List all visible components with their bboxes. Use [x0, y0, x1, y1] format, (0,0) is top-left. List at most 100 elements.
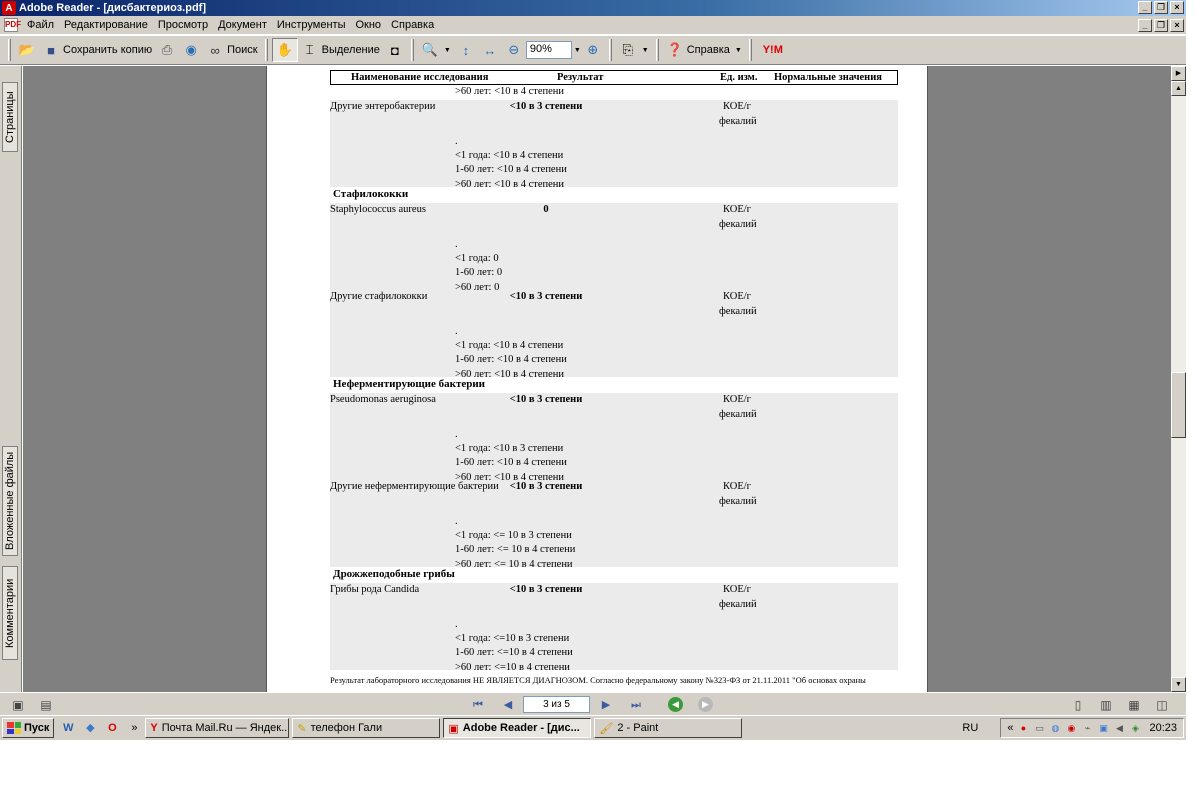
menu-tools[interactable]: Инструменты: [272, 19, 351, 31]
quick-launch-more[interactable]: »: [126, 720, 142, 736]
doc-minimize-button[interactable]: _: [1138, 19, 1152, 32]
taskbar: Пуск W ◆ O » Y Почта Mail.Ru — Яндек... ✎…: [0, 715, 1186, 740]
open-button[interactable]: 📂: [15, 38, 39, 62]
menu-help[interactable]: Справка: [386, 19, 439, 31]
table-row: [330, 583, 898, 670]
task-adobe-reader[interactable]: ▣ Adobe Reader - [дис...: [443, 718, 592, 738]
tab-pages[interactable]: Страницы: [2, 82, 18, 152]
doc-restore-button[interactable]: ❐: [1154, 19, 1168, 32]
unit-line-2: фекалий: [719, 115, 757, 127]
fit-page-button[interactable]: ↕: [454, 38, 478, 62]
email-button[interactable]: ◉: [179, 38, 203, 62]
fit-page-icon: ↕: [462, 42, 470, 58]
previous-view-button[interactable]: ◀: [668, 697, 683, 712]
menu-view[interactable]: Просмотр: [153, 19, 213, 31]
menu-edit[interactable]: Редактирование: [59, 19, 153, 31]
document-view[interactable]: Наименование исследования Результат Ед. …: [23, 66, 1171, 692]
single-page-view-icon[interactable]: ▯: [1070, 697, 1086, 713]
fit-width-button[interactable]: ↔: [478, 38, 502, 62]
help-button[interactable]: ❓ Справка ▼: [663, 38, 745, 62]
zoom-level-input[interactable]: 90%: [525, 41, 572, 59]
print-button[interactable]: ⎙: [155, 38, 179, 62]
toolbar-grip[interactable]: [8, 39, 11, 61]
minimize-button[interactable]: _: [1138, 1, 1152, 14]
document-icon[interactable]: PDF: [4, 18, 21, 32]
word-icon[interactable]: W: [60, 720, 76, 736]
update-icon[interactable]: ◍: [1049, 722, 1061, 734]
menu-document[interactable]: Документ: [213, 19, 272, 31]
close-button[interactable]: ×: [1170, 1, 1184, 14]
scroll-right-arrow[interactable]: ▶: [1171, 66, 1186, 81]
restore-button[interactable]: ❐: [1154, 1, 1168, 14]
zoom-out-button[interactable]: ⊖: [502, 38, 526, 62]
yandex-button[interactable]: Y!M: [756, 38, 790, 62]
monitor-icon[interactable]: ▣: [1097, 722, 1109, 734]
first-page-button[interactable]: ⏮: [470, 697, 486, 713]
toolbar-grip-5[interactable]: [655, 39, 659, 61]
snapshot-button[interactable]: ◘: [383, 38, 407, 62]
tab-comments[interactable]: Комментарии: [2, 566, 18, 660]
antivirus-icon[interactable]: ●: [1017, 722, 1029, 734]
task-phone-gali[interactable]: ✎ телефон Гали: [292, 718, 441, 738]
scroll-up-arrow[interactable]: ▲: [1171, 81, 1186, 96]
search-button[interactable]: ∞ Поиск: [203, 38, 260, 62]
select-tool-button[interactable]: ⌶ Выделение: [298, 38, 383, 62]
connection-icon[interactable]: ◈: [1129, 722, 1141, 734]
scroll-thumb[interactable]: [1171, 372, 1186, 438]
carry-over-norm-line: >60 лет: <10 в 4 степени: [455, 86, 565, 97]
facing-view-icon[interactable]: ▦: [1126, 697, 1142, 713]
save-copy-button[interactable]: ■ Сохранить копию: [39, 38, 155, 62]
norm-dot: .: [455, 325, 458, 337]
norm-1-60: 1-60 лет: <10 в 4 степени: [455, 164, 567, 176]
zoom-in-button[interactable]: ⊕: [581, 38, 605, 62]
last-page-button[interactable]: ⏭: [628, 697, 644, 713]
page-number-field[interactable]: 3 из 5: [523, 696, 590, 713]
save-copy-label: Сохранить копию: [63, 44, 153, 56]
language-indicator[interactable]: RU: [962, 722, 978, 734]
previous-page-button[interactable]: ◀: [500, 697, 516, 713]
rotate-view-button[interactable]: ⎘ ▼: [616, 38, 652, 62]
vertical-scrollbar[interactable]: ▶ ▲ ▼: [1171, 66, 1186, 692]
next-page-button[interactable]: ▶: [598, 697, 614, 713]
next-view-button[interactable]: ▶: [698, 697, 713, 712]
media-player-icon[interactable]: ◆: [82, 720, 98, 736]
zoom-dropdown-icon[interactable]: ▼: [574, 47, 581, 54]
navigation-panel-tabs: Страницы Вложенные файлы Комментарии: [0, 66, 22, 692]
network-icon[interactable]: ▭: [1033, 722, 1045, 734]
unit-line-1: КОЕ/г: [723, 394, 751, 405]
toolbar-grip-6[interactable]: [748, 39, 752, 61]
menu-file[interactable]: Файл: [22, 19, 59, 31]
volume-icon[interactable]: ◀: [1113, 722, 1125, 734]
task-label: телефон Гали: [310, 722, 383, 734]
zoom-tool-button[interactable]: 🔍 ▼: [418, 38, 454, 62]
document-window-controls: _ ❐ ×: [1138, 19, 1184, 32]
tab-attachments[interactable]: Вложенные файлы: [2, 446, 18, 556]
continuous-facing-view-icon[interactable]: ◫: [1154, 697, 1170, 713]
task-mail-ru[interactable]: Y Почта Mail.Ru — Яндек...: [145, 718, 290, 738]
norm-1-60: 1-60 лет: <= 10 в 4 степени: [455, 544, 576, 556]
continuous-view-icon[interactable]: ▥: [1098, 697, 1114, 713]
menu-window[interactable]: Окно: [350, 19, 386, 31]
paint-icon: 🖌: [599, 722, 614, 735]
toolbar-grip-4[interactable]: [608, 39, 612, 61]
page-layout-icon[interactable]: ▤: [38, 697, 54, 713]
doc-close-button[interactable]: ×: [1170, 19, 1184, 32]
scroll-down-arrow[interactable]: ▼: [1171, 677, 1186, 692]
usb-icon[interactable]: ⌁: [1081, 722, 1093, 734]
fit-width-icon: ↔: [483, 42, 497, 58]
notepad-icon: ✎: [297, 722, 307, 735]
opera-icon[interactable]: O: [104, 720, 120, 736]
start-button[interactable]: Пуск: [2, 718, 55, 738]
alert-icon[interactable]: ◉: [1065, 722, 1077, 734]
toolbar-grip-2[interactable]: [264, 39, 268, 61]
hand-tool-button[interactable]: ✋: [271, 38, 298, 62]
table-row: [330, 290, 898, 377]
header-name: Наименование исследования: [351, 72, 489, 83]
task-label: Почта Mail.Ru — Яндек...: [161, 722, 290, 734]
toolbar-grip-3[interactable]: [410, 39, 414, 61]
tray-expand[interactable]: «: [1007, 722, 1013, 734]
task-paint[interactable]: 🖌 2 - Paint: [594, 718, 743, 738]
panel-toggle-icon[interactable]: ▣: [10, 697, 26, 713]
norm-under-1: <1 года: 0: [455, 252, 499, 264]
unit-line-1: КОЕ/г: [723, 204, 751, 215]
